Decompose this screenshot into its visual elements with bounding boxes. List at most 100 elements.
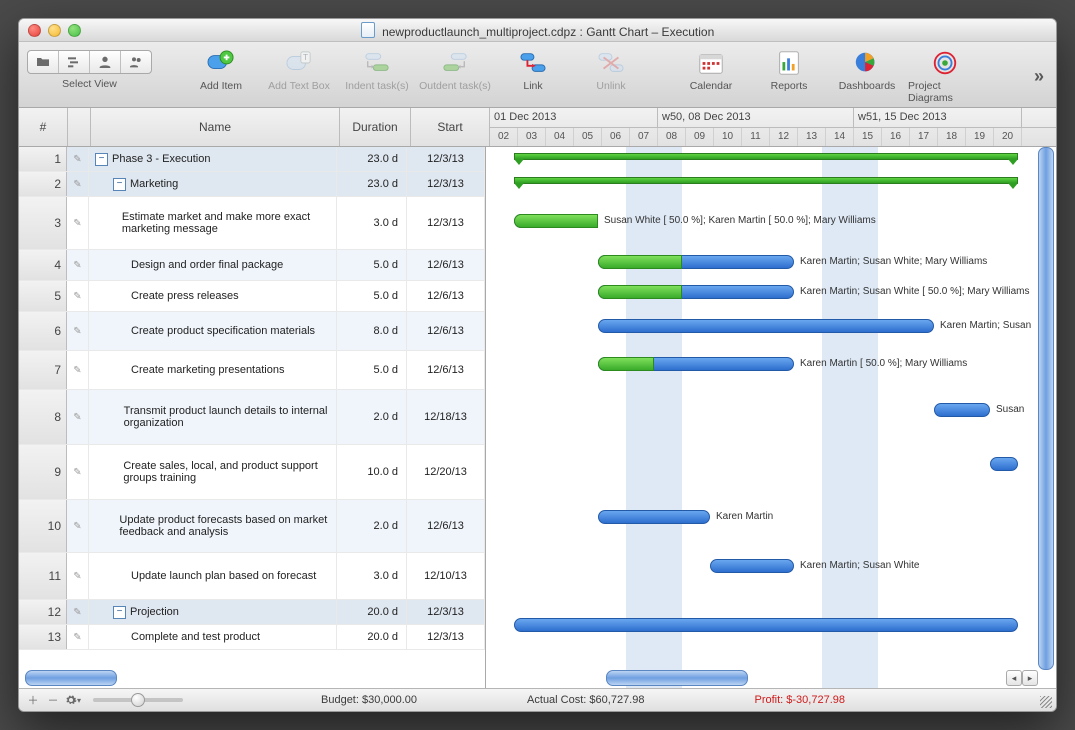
row-start[interactable]: 12/3/13 xyxy=(407,172,485,196)
scroll-left-button[interactable]: ◂ xyxy=(1006,670,1022,686)
row-name[interactable]: Design and order final package xyxy=(89,250,337,280)
table-row[interactable]: 5✎Create press releases5.0 d12/6/13 xyxy=(19,281,485,312)
row-note-icon[interactable]: ✎ xyxy=(67,625,89,649)
row-start[interactable]: 12/6/13 xyxy=(407,250,485,280)
table-row[interactable]: 2✎−Marketing23.0 d12/3/13 xyxy=(19,172,485,197)
row-start[interactable]: 12/18/13 xyxy=(407,390,485,444)
view-group-icon[interactable] xyxy=(121,51,151,73)
row-start[interactable]: 12/3/13 xyxy=(407,197,485,249)
row-start[interactable]: 12/6/13 xyxy=(407,312,485,350)
row-note-icon[interactable]: ✎ xyxy=(67,351,89,389)
row-start[interactable]: 12/6/13 xyxy=(407,281,485,311)
toolbar-reports[interactable]: Reports xyxy=(752,46,826,104)
row-duration[interactable]: 5.0 d xyxy=(337,351,407,389)
row-note-icon[interactable]: ✎ xyxy=(67,147,89,171)
zoom-icon[interactable] xyxy=(68,24,81,37)
col-start[interactable]: Start xyxy=(411,108,490,146)
gantt-task-bar[interactable] xyxy=(990,457,1018,471)
gantt-task-bar[interactable] xyxy=(710,559,794,573)
row-name[interactable]: Create sales, local, and product support… xyxy=(89,445,337,499)
vertical-scrollbar[interactable] xyxy=(1038,147,1054,670)
gantt-summary-bar[interactable] xyxy=(514,153,1018,160)
col-notes[interactable] xyxy=(68,108,91,146)
gantt-task-bar[interactable] xyxy=(514,618,1018,632)
gantt-summary-bar[interactable] xyxy=(514,177,1018,184)
table-row[interactable]: 11✎Update launch plan based on forecast3… xyxy=(19,553,485,600)
table-row[interactable]: 4✎Design and order final package5.0 d12/… xyxy=(19,250,485,281)
horizontal-scrollbar-left[interactable] xyxy=(25,670,117,686)
row-duration[interactable]: 2.0 d xyxy=(337,500,407,552)
gear-icon[interactable]: ▾ xyxy=(65,692,81,708)
row-name[interactable]: −Projection xyxy=(89,600,337,624)
resize-handle-icon[interactable] xyxy=(1040,696,1052,708)
row-name[interactable]: Update product forecasts based on market… xyxy=(89,500,337,552)
row-start[interactable]: 12/3/13 xyxy=(407,600,485,624)
table-row[interactable]: 8✎Transmit product launch details to int… xyxy=(19,390,485,445)
row-name[interactable]: Estimate market and make more exact mark… xyxy=(89,197,337,249)
row-note-icon[interactable]: ✎ xyxy=(67,281,89,311)
gantt-pane[interactable]: Susan White [ 50.0 %]; Karen Martin [ 50… xyxy=(486,147,1056,688)
table-row[interactable]: 6✎Create product specification materials… xyxy=(19,312,485,351)
table-row[interactable]: 13✎Complete and test product20.0 d12/3/1… xyxy=(19,625,485,650)
row-duration[interactable]: 2.0 d xyxy=(337,390,407,444)
row-duration[interactable]: 3.0 d xyxy=(337,197,407,249)
row-name[interactable]: Create product specification materials xyxy=(89,312,337,350)
row-name[interactable]: Complete and test product xyxy=(89,625,337,649)
table-row[interactable]: 9✎Create sales, local, and product suppo… xyxy=(19,445,485,500)
row-start[interactable]: 12/20/13 xyxy=(407,445,485,499)
table-row[interactable]: 10✎Update product forecasts based on mar… xyxy=(19,500,485,553)
row-start[interactable]: 12/3/13 xyxy=(407,625,485,649)
row-name[interactable]: −Phase 3 - Execution xyxy=(89,147,337,171)
view-segmented[interactable] xyxy=(27,50,152,74)
toolbar-project-diagrams[interactable]: Project Diagrams xyxy=(908,46,982,104)
toolbar-calendar[interactable]: Calendar xyxy=(674,46,748,104)
row-duration[interactable]: 5.0 d xyxy=(337,250,407,280)
row-start[interactable]: 12/3/13 xyxy=(407,147,485,171)
row-duration[interactable]: 3.0 d xyxy=(337,553,407,599)
close-icon[interactable] xyxy=(28,24,41,37)
row-note-icon[interactable]: ✎ xyxy=(67,445,89,499)
toolbar-add-item[interactable]: Add Item xyxy=(184,46,258,104)
row-duration[interactable]: 8.0 d xyxy=(337,312,407,350)
row-start[interactable]: 12/6/13 xyxy=(407,500,485,552)
zoom-knob[interactable] xyxy=(131,693,145,707)
col-duration[interactable]: Duration xyxy=(340,108,411,146)
row-name[interactable]: −Marketing xyxy=(89,172,337,196)
row-note-icon[interactable]: ✎ xyxy=(67,250,89,280)
minimize-icon[interactable] xyxy=(48,24,61,37)
row-start[interactable]: 12/6/13 xyxy=(407,351,485,389)
row-note-icon[interactable]: ✎ xyxy=(67,312,89,350)
table-row[interactable]: 7✎Create marketing presentations5.0 d12/… xyxy=(19,351,485,390)
col-name[interactable]: Name xyxy=(91,108,340,146)
zoom-slider[interactable] xyxy=(93,698,183,702)
row-duration[interactable]: 10.0 d xyxy=(337,445,407,499)
gantt-task-bar[interactable] xyxy=(934,403,990,417)
row-name[interactable]: Update launch plan based on forecast xyxy=(89,553,337,599)
table-row[interactable]: 3✎Estimate market and make more exact ma… xyxy=(19,197,485,250)
disclosure-icon[interactable]: − xyxy=(113,606,126,619)
gantt-task-bar[interactable] xyxy=(598,510,710,524)
row-note-icon[interactable]: ✎ xyxy=(67,500,89,552)
table-row[interactable]: 12✎−Projection20.0 d12/3/13 xyxy=(19,600,485,625)
row-duration[interactable]: 5.0 d xyxy=(337,281,407,311)
table-row[interactable]: 1✎−Phase 3 - Execution23.0 d12/3/13 xyxy=(19,147,485,172)
add-button[interactable]: ＋ xyxy=(25,692,41,708)
toolbar-link[interactable]: Link xyxy=(496,46,570,104)
view-folder-icon[interactable] xyxy=(28,51,59,73)
row-note-icon[interactable]: ✎ xyxy=(67,197,89,249)
toolbar-overflow-icon[interactable]: » xyxy=(1034,66,1048,87)
view-gantt-icon[interactable] xyxy=(59,51,90,73)
row-note-icon[interactable]: ✎ xyxy=(67,390,89,444)
row-start[interactable]: 12/10/13 xyxy=(407,553,485,599)
row-name[interactable]: Create marketing presentations xyxy=(89,351,337,389)
row-duration[interactable]: 23.0 d xyxy=(337,147,407,171)
col-number[interactable]: # xyxy=(19,108,68,146)
row-note-icon[interactable]: ✎ xyxy=(67,172,89,196)
row-name[interactable]: Transmit product launch details to inter… xyxy=(89,390,337,444)
row-note-icon[interactable]: ✎ xyxy=(67,600,89,624)
row-note-icon[interactable]: ✎ xyxy=(67,553,89,599)
row-duration[interactable]: 23.0 d xyxy=(337,172,407,196)
toolbar-dashboards[interactable]: Dashboards xyxy=(830,46,904,104)
remove-button[interactable]: － xyxy=(45,692,61,708)
row-duration[interactable]: 20.0 d xyxy=(337,600,407,624)
